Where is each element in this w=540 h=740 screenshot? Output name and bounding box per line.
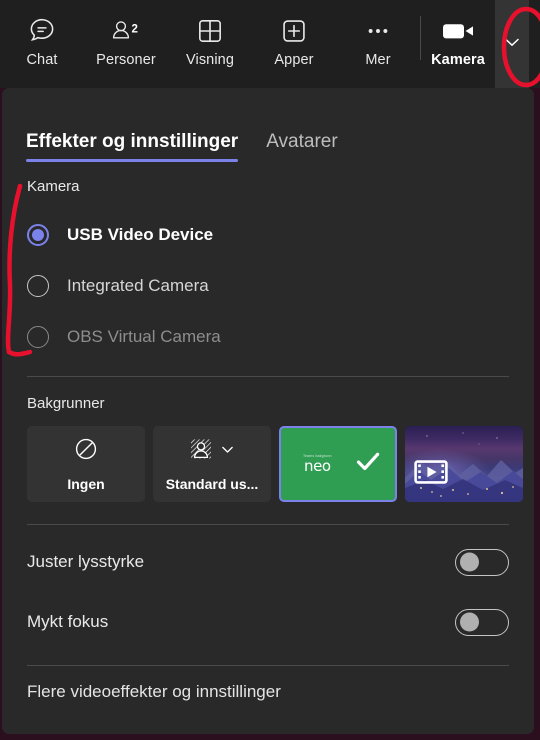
chevron-down-icon[interactable] <box>219 441 236 463</box>
background-tile-label: Ingen <box>67 476 105 492</box>
background-tiles: Ingen Standard us... Teams bakgrunn neo <box>2 412 534 502</box>
setting-row-mykt-fokus: Mykt fokus <box>2 597 534 647</box>
toggle-knob <box>460 612 479 632</box>
background-tile-neo[interactable]: Teams bakgrunn neo <box>279 426 397 502</box>
camera-option-label: Integrated Camera <box>67 275 209 295</box>
backgrounds-section-title: Bakgrunner <box>27 395 105 412</box>
toggle-knob <box>460 552 479 572</box>
soft-focus-toggle[interactable] <box>455 608 509 636</box>
camera-options-chevron-button[interactable] <box>495 0 529 88</box>
camera-button-label: Kamera <box>431 52 485 68</box>
check-icon <box>353 447 383 482</box>
toolbar-item-mer[interactable]: Mer <box>336 0 420 88</box>
camera-button[interactable]: Kamera <box>421 0 495 88</box>
setting-row-juster-lysstyrke: Juster lysstyrke <box>2 537 534 587</box>
toolbar-item-label: Chat <box>26 52 58 68</box>
camera-option-usb-video-device[interactable]: USB Video Device <box>27 209 534 260</box>
toolbar-item-label: Mer <box>365 52 391 68</box>
radio-button[interactable] <box>27 274 49 297</box>
tab-label: Effekter og innstillinger <box>26 131 239 152</box>
background-tile-ingen[interactable]: Ingen <box>27 426 145 502</box>
people-icon: 2 <box>109 14 143 48</box>
ellipsis-icon <box>363 14 393 48</box>
teams-camera-flyout: Chat 2 Personer Visning Apper Mer Kamera… <box>0 0 540 740</box>
no-background-icon <box>73 436 99 467</box>
background-tile-label: Standard us... <box>165 476 259 492</box>
chat-icon <box>27 14 57 48</box>
more-video-effects-label: Flere videoeffekter og innstillinger <box>27 682 281 701</box>
camera-option-integrated-camera[interactable]: Integrated Camera <box>27 260 534 311</box>
toolbar-item-visning[interactable]: Visning <box>168 0 252 88</box>
neo-logo-text: neo <box>303 457 331 475</box>
more-video-effects-link[interactable]: Flere videoeffekter og innstillinger <box>2 666 534 718</box>
setting-label: Mykt fokus <box>27 612 109 631</box>
tab-label: Avatarer <box>266 131 338 152</box>
toolbar-item-apper[interactable]: Apper <box>252 0 336 88</box>
camera-option-label: OBS Virtual Camera <box>67 326 221 346</box>
grid-icon <box>195 14 225 48</box>
radio-button[interactable] <box>27 325 49 348</box>
camera-option-obs-virtual-camera[interactable]: OBS Virtual Camera <box>27 311 534 362</box>
meeting-toolbar: Chat 2 Personer Visning Apper Mer Kamera <box>0 0 540 88</box>
camera-on-icon <box>439 14 477 48</box>
blur-person-icon <box>188 436 214 467</box>
tab-effekter-og-innstillinger[interactable]: Effekter og innstillinger <box>26 131 239 162</box>
radio-button[interactable] <box>27 223 49 246</box>
toolbar-item-chat[interactable]: Chat <box>0 0 84 88</box>
background-tile-video[interactable] <box>405 426 523 502</box>
panel-tabs: Effekter og innstillinger Avatarer <box>2 88 534 162</box>
neo-logo: Teams bakgrunn neo <box>303 454 332 474</box>
effects-settings-panel: Effekter og innstillinger Avatarer Kamer… <box>2 88 534 734</box>
setting-label: Juster lysstyrke <box>27 552 145 571</box>
people-count: 2 <box>132 23 138 35</box>
toolbar-item-label: Apper <box>274 52 314 68</box>
camera-option-label: USB Video Device <box>67 224 214 244</box>
toolbar-item-label: Personer <box>96 52 156 68</box>
chevron-down-icon <box>501 31 523 58</box>
camera-radio-group: USB Video Device Integrated Camera OBS V… <box>2 195 534 362</box>
toolbar-item-label: Visning <box>186 52 234 68</box>
plus-box-icon <box>279 14 309 48</box>
film-play-icon <box>414 459 448 490</box>
toolbar-item-personer[interactable]: 2 Personer <box>84 0 168 88</box>
tab-avatarer[interactable]: Avatarer <box>266 131 337 162</box>
brightness-toggle[interactable] <box>455 548 509 576</box>
camera-section-title: Kamera <box>27 178 80 195</box>
background-tile-blur[interactable]: Standard us... <box>153 426 271 502</box>
